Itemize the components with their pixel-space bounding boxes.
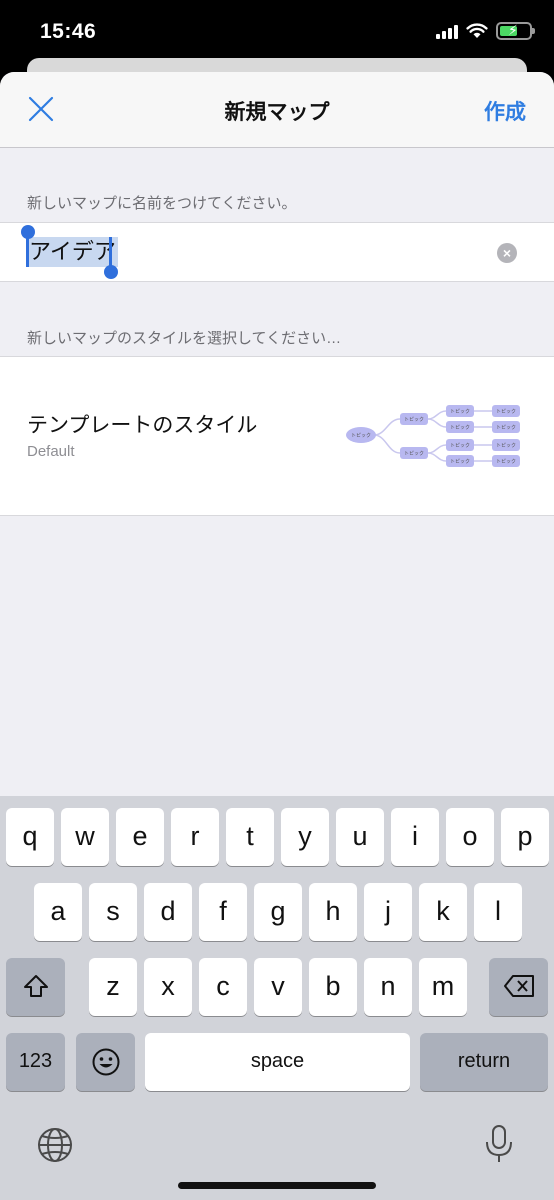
key-c[interactable]: c bbox=[199, 958, 247, 1016]
shift-icon bbox=[23, 975, 48, 997]
key-b[interactable]: b bbox=[309, 958, 357, 1016]
template-style-label: テンプレートのスタイル bbox=[27, 414, 258, 437]
mind-map-preview: トピック トピック トピック トピック トピック トピック トピック トピック … bbox=[346, 405, 520, 467]
key-a[interactable]: a bbox=[34, 883, 82, 941]
create-button[interactable]: 作成 bbox=[484, 96, 526, 126]
preview-node-label: トピック bbox=[496, 409, 516, 415]
backspace-icon bbox=[503, 975, 534, 997]
key-n[interactable]: n bbox=[364, 958, 412, 1016]
key-u[interactable]: u bbox=[336, 808, 384, 866]
key-k[interactable]: k bbox=[419, 883, 467, 941]
space-key[interactable]: space bbox=[145, 1033, 410, 1091]
key-v[interactable]: v bbox=[254, 958, 302, 1016]
keyboard: qwertyuiop asdfghjkl zxcvbnm 123 space r… bbox=[0, 796, 554, 1200]
status-icons: ⚡ bbox=[436, 22, 535, 40]
key-f[interactable]: f bbox=[199, 883, 247, 941]
key-y[interactable]: y bbox=[281, 808, 329, 866]
key-i[interactable]: i bbox=[391, 808, 439, 866]
preview-node-label: トピック bbox=[496, 443, 516, 449]
key-m[interactable]: m bbox=[419, 958, 467, 1016]
key-o[interactable]: o bbox=[446, 808, 494, 866]
preview-node-label: トピック bbox=[450, 409, 470, 415]
key-z[interactable]: z bbox=[89, 958, 137, 1016]
nav-bar: 新規マップ 作成 bbox=[0, 72, 554, 148]
preview-node-label: トピック bbox=[496, 425, 516, 431]
microphone-icon[interactable] bbox=[484, 1124, 514, 1164]
name-section-label: 新しいマップに名前をつけてください。 bbox=[27, 195, 297, 212]
numbers-key[interactable]: 123 bbox=[6, 1033, 65, 1091]
key-q[interactable]: q bbox=[6, 808, 54, 866]
cellular-signal-icon bbox=[436, 23, 458, 39]
template-style-value: Default bbox=[27, 443, 75, 460]
key-g[interactable]: g bbox=[254, 883, 302, 941]
delete-key[interactable] bbox=[489, 958, 548, 1016]
battery-icon: ⚡ bbox=[496, 22, 535, 40]
key-d[interactable]: d bbox=[144, 883, 192, 941]
status-bar: 15:46 ⚡ bbox=[0, 0, 554, 66]
clear-text-icon[interactable]: × bbox=[497, 243, 517, 263]
key-p[interactable]: p bbox=[501, 808, 549, 866]
page-title: 新規マップ bbox=[224, 101, 330, 124]
key-l[interactable]: l bbox=[474, 883, 522, 941]
emoji-icon bbox=[92, 1048, 119, 1076]
preview-node-label: トピック bbox=[450, 459, 470, 465]
emoji-key[interactable] bbox=[76, 1033, 135, 1091]
globe-icon[interactable] bbox=[36, 1126, 74, 1164]
shift-key[interactable] bbox=[6, 958, 65, 1016]
key-x[interactable]: x bbox=[144, 958, 192, 1016]
key-j[interactable]: j bbox=[364, 883, 412, 941]
wifi-icon bbox=[466, 23, 488, 38]
preview-node-label: トピック bbox=[404, 451, 424, 457]
key-s[interactable]: s bbox=[89, 883, 137, 941]
preview-node-label: トピック bbox=[404, 417, 424, 423]
key-r[interactable]: r bbox=[171, 808, 219, 866]
preview-node-label: トピック bbox=[351, 433, 371, 439]
preview-node-label: トピック bbox=[450, 443, 470, 449]
key-w[interactable]: w bbox=[61, 808, 109, 866]
selection-end-handle[interactable] bbox=[109, 237, 112, 267]
selection-start-knob[interactable] bbox=[21, 225, 35, 239]
key-e[interactable]: e bbox=[116, 808, 164, 866]
home-indicator bbox=[178, 1182, 376, 1189]
template-style-row[interactable]: テンプレートのスタイル Default トピック トピック トピック トピック … bbox=[0, 356, 554, 516]
key-t[interactable]: t bbox=[226, 808, 274, 866]
status-time: 15:46 bbox=[40, 20, 97, 43]
style-section-label: 新しいマップのスタイルを選択してください… bbox=[27, 330, 342, 347]
preview-node-label: トピック bbox=[496, 459, 516, 465]
key-h[interactable]: h bbox=[309, 883, 357, 941]
selection-end-knob[interactable] bbox=[104, 265, 118, 279]
map-name-field[interactable]: アイデア bbox=[27, 237, 118, 267]
return-key[interactable]: return bbox=[420, 1033, 548, 1091]
preview-node-label: トピック bbox=[450, 425, 470, 431]
map-name-row: アイデア × bbox=[0, 222, 554, 282]
selection-start-handle[interactable] bbox=[26, 237, 29, 267]
